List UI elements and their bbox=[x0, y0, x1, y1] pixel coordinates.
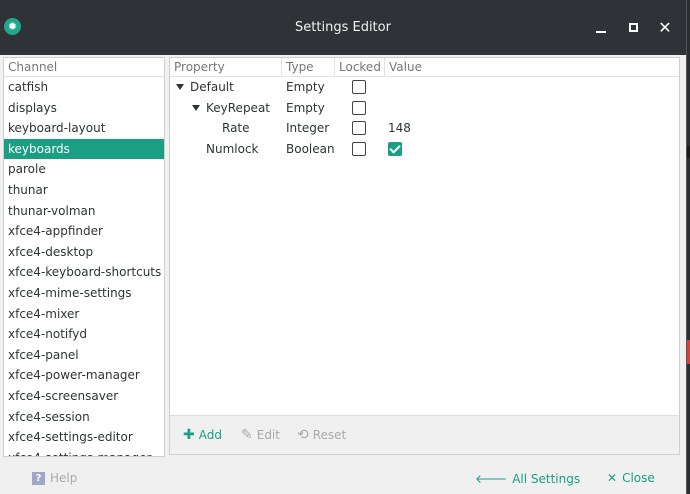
property-name: Numlock bbox=[206, 141, 259, 156]
edit-label: Edit bbox=[256, 428, 280, 442]
maximize-icon bbox=[628, 22, 638, 32]
property-toolbar: ✚ Add ✎ Edit ⟲ Reset bbox=[170, 415, 679, 454]
property-type: Empty bbox=[286, 80, 325, 94]
locked-checkbox[interactable] bbox=[352, 100, 366, 115]
channel-item[interactable]: keyboard-layout bbox=[4, 118, 164, 139]
property-value[interactable]: 148 bbox=[388, 118, 411, 139]
maximize-button[interactable] bbox=[624, 18, 642, 36]
help-button[interactable]: ? Help bbox=[32, 471, 77, 485]
channel-item[interactable]: xfce4-appfinder bbox=[4, 221, 164, 242]
channel-item[interactable]: xfce4-panel bbox=[4, 345, 164, 366]
close-label: Close bbox=[622, 471, 655, 485]
plus-icon: ✚ bbox=[183, 427, 195, 443]
property-name: Default bbox=[190, 80, 234, 94]
pencil-icon: ✎ bbox=[241, 427, 253, 443]
property-type: Integer bbox=[286, 121, 330, 135]
property-row-rate[interactable]: Rate Integer 148 bbox=[170, 118, 679, 139]
channel-item[interactable]: keyboards bbox=[4, 138, 164, 160]
minimize-icon bbox=[596, 30, 606, 33]
value-column-header[interactable]: Value bbox=[384, 58, 679, 76]
reset-icon: ⟲ bbox=[297, 427, 309, 443]
reset-button[interactable]: ⟲ Reset bbox=[297, 428, 346, 442]
property-table[interactable]: Property Type Locked Value Default Empty… bbox=[169, 57, 680, 455]
property-type: Boolean bbox=[286, 141, 335, 156]
numlock-value-checkbox[interactable] bbox=[388, 141, 402, 156]
channel-item[interactable]: xfce4-mime-settings bbox=[4, 283, 164, 304]
channel-items: catfish displays keyboard-layout keyboards p… bbox=[4, 77, 164, 456]
settings-editor-window: ✹ Settings Editor ✕ Channel catfish displ… bbox=[0, 0, 687, 494]
window-title: Settings Editor bbox=[295, 20, 391, 35]
channel-item[interactable]: xfce4-session bbox=[4, 407, 164, 428]
property-table-header: Property Type Locked Value bbox=[170, 58, 679, 77]
channel-item[interactable]: displays bbox=[4, 98, 164, 119]
expander-icon[interactable] bbox=[192, 104, 200, 111]
channel-column-header[interactable]: Channel bbox=[4, 58, 164, 77]
arrow-left-icon: 🡐 bbox=[475, 472, 508, 486]
locked-column-header[interactable]: Locked bbox=[334, 58, 385, 76]
reset-label: Reset bbox=[312, 428, 347, 442]
type-column-header[interactable]: Type bbox=[281, 58, 334, 76]
locked-checkbox[interactable] bbox=[352, 141, 366, 156]
help-icon: ? bbox=[32, 471, 45, 485]
property-type: Empty bbox=[286, 100, 325, 115]
property-row-numlock[interactable]: Numlock Boolean bbox=[170, 139, 679, 160]
title-bar[interactable]: ✹ Settings Editor ✕ bbox=[0, 0, 686, 55]
add-button[interactable]: ✚ Add bbox=[183, 428, 222, 442]
channel-item[interactable]: thunar-volman bbox=[4, 201, 164, 222]
channel-item[interactable]: xfce4-settings-editor bbox=[4, 427, 164, 448]
property-name: Rate bbox=[222, 121, 250, 135]
all-settings-button[interactable]: 🡐 All Settings bbox=[475, 471, 581, 487]
close-icon: ✕ bbox=[607, 471, 618, 485]
locked-checkbox[interactable] bbox=[352, 80, 366, 94]
channel-item[interactable]: thunar bbox=[4, 180, 164, 201]
channel-item[interactable]: xfce4-keyboard-shortcuts bbox=[4, 262, 164, 283]
close-button[interactable]: ✕ Close bbox=[607, 471, 655, 485]
channel-item[interactable]: parole bbox=[4, 159, 164, 180]
help-label: Help bbox=[50, 471, 78, 485]
edit-button[interactable]: ✎ Edit bbox=[241, 428, 280, 442]
all-settings-label: All Settings bbox=[512, 471, 581, 486]
property-name: KeyRepeat bbox=[206, 100, 270, 115]
close-window-button[interactable]: ✕ bbox=[656, 17, 674, 37]
close-icon: ✕ bbox=[658, 17, 672, 37]
channel-item[interactable]: xfce4-mixer bbox=[4, 304, 164, 325]
locked-checkbox[interactable] bbox=[352, 121, 366, 135]
channel-item[interactable]: xfce4-settings-manager bbox=[4, 448, 164, 456]
add-label: Add bbox=[198, 428, 222, 442]
channel-item[interactable]: xfce4-notifyd bbox=[4, 324, 164, 345]
property-row-default[interactable]: Default Empty bbox=[170, 77, 679, 98]
channel-item[interactable]: xfce4-power-manager bbox=[4, 365, 164, 386]
channel-item[interactable]: catfish bbox=[4, 77, 164, 98]
channel-list[interactable]: Channel catfish displays keyboard-layout ke… bbox=[3, 57, 165, 457]
channel-item[interactable]: xfce4-screensaver bbox=[4, 386, 164, 407]
property-row-keyrepeat[interactable]: KeyRepeat Empty bbox=[170, 98, 679, 119]
property-column-header[interactable]: Property bbox=[170, 58, 280, 76]
channel-item[interactable]: xfce4-desktop bbox=[4, 242, 164, 263]
minimize-button[interactable] bbox=[592, 18, 610, 36]
expander-icon[interactable] bbox=[176, 84, 184, 90]
